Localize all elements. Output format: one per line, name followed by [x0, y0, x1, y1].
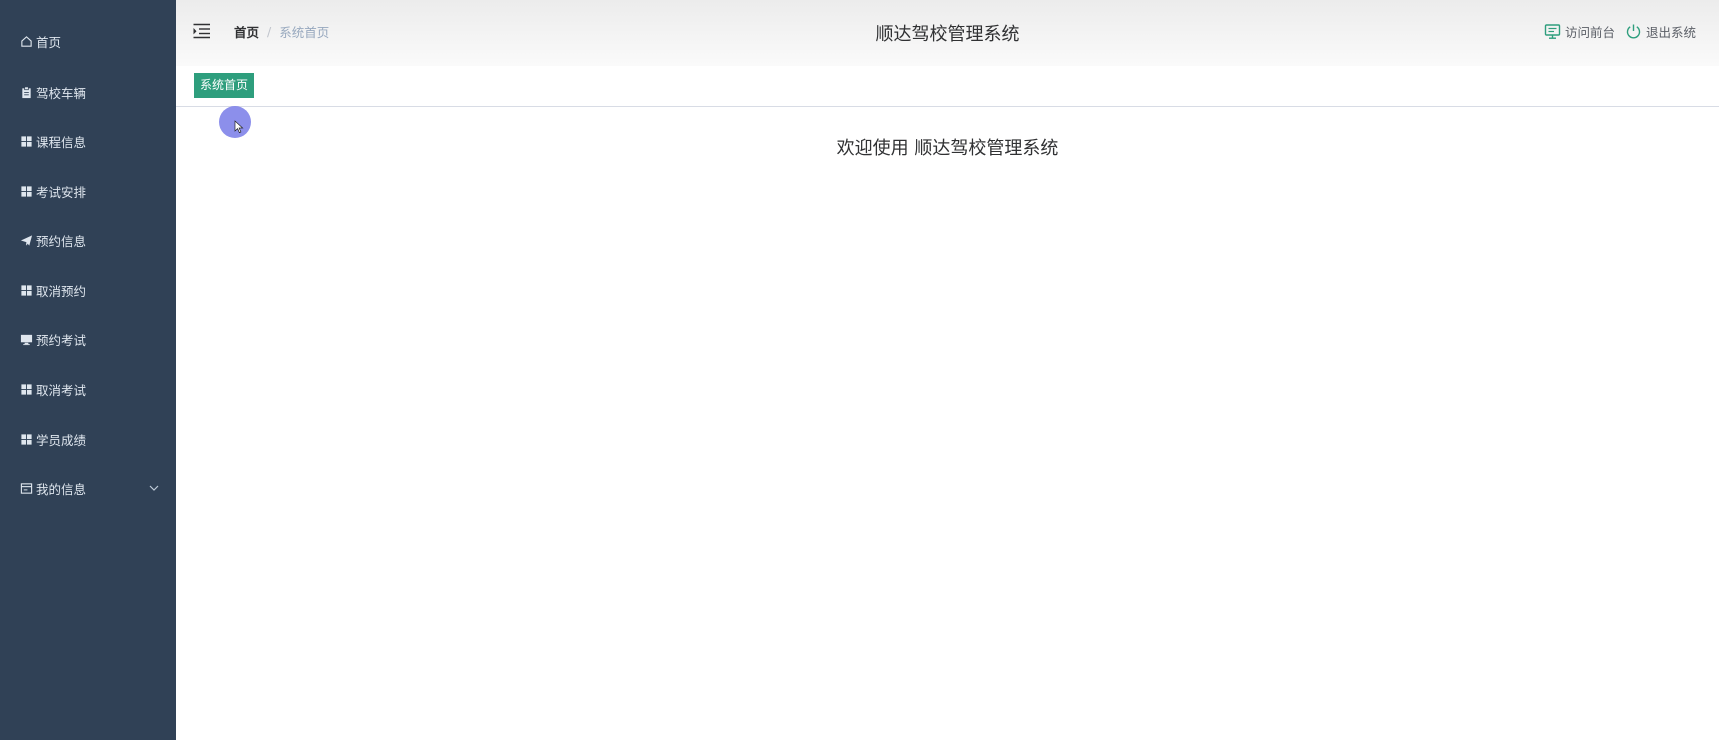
logout-link[interactable]: 退出系统: [1625, 22, 1696, 41]
home-icon: [19, 34, 33, 48]
window-icon: [19, 481, 33, 495]
sidebar-item-student-scores[interactable]: 学员成绩: [0, 417, 176, 461]
send-icon: [19, 233, 33, 247]
header-actions: 访问前台 退出系统: [1544, 22, 1696, 41]
sidebar-item-home[interactable]: 首页: [0, 19, 176, 63]
monitor-icon: [1544, 24, 1561, 39]
sidebar-item-book-exam[interactable]: 预约考试: [0, 317, 176, 361]
sidebar-item-label: 首页: [36, 34, 62, 50]
sidebar-item-label: 学员成绩: [36, 432, 87, 448]
menu-toggle-icon[interactable]: [193, 23, 211, 39]
breadcrumb-home[interactable]: 首页: [234, 22, 259, 41]
logout-label: 退出系统: [1645, 25, 1696, 40]
sidebar-item-my-info[interactable]: 我的信息: [0, 466, 176, 510]
top-header: 首页 / 系统首页 顺达驾校管理系统 访问前台 退出系统: [176, 0, 1719, 66]
sidebar-item-label: 课程信息: [36, 134, 87, 150]
main-content: 欢迎使用 顺达驾校管理系统: [176, 107, 1719, 740]
grid-icon: [19, 382, 33, 396]
grid-icon: [19, 432, 33, 446]
welcome-message: 欢迎使用 顺达驾校管理系统: [836, 138, 1059, 159]
visit-frontend-label: 访问前台: [1564, 25, 1615, 40]
sidebar-item-exam-schedule[interactable]: 考试安排: [0, 169, 176, 213]
sidebar-item-label: 取消预约: [36, 283, 87, 299]
sidebar: 首页 驾校车辆 课程信息 考试安排 预约信息 取消预约 预约考试 取消考试 学员…: [0, 0, 176, 740]
sidebar-item-label: 取消考试: [36, 382, 87, 398]
app-title: 顺达驾校管理系统: [875, 24, 1020, 45]
breadcrumb: 首页 / 系统首页: [234, 22, 329, 41]
sidebar-item-label: 预约信息: [36, 233, 87, 249]
sidebar-item-reservations[interactable]: 预约信息: [0, 218, 176, 262]
grid-icon: [19, 134, 33, 148]
breadcrumb-separator: /: [267, 24, 272, 39]
chevron-down-icon[interactable]: [148, 482, 160, 494]
visit-frontend-link[interactable]: 访问前台: [1544, 22, 1615, 41]
monitor-icon: [19, 332, 33, 346]
tag-system-home[interactable]: 系统首页: [194, 73, 255, 98]
sidebar-item-label: 预约考试: [36, 332, 87, 348]
tags-bar: 系统首页: [176, 66, 1719, 107]
sidebar-item-cancel-exam[interactable]: 取消考试: [0, 367, 176, 411]
cursor-arrow-icon: [234, 120, 244, 134]
sidebar-item-label: 我的信息: [36, 481, 87, 497]
sidebar-item-label: 驾校车辆: [36, 85, 87, 101]
sidebar-item-courses[interactable]: 课程信息: [0, 119, 176, 163]
sidebar-item-vehicles[interactable]: 驾校车辆: [0, 70, 176, 114]
power-icon: [1626, 24, 1641, 39]
sidebar-item-cancel-reservation[interactable]: 取消预约: [0, 268, 176, 312]
app-title-wrap: 顺达驾校管理系统: [176, 20, 1719, 46]
breadcrumb-current: 系统首页: [279, 25, 330, 40]
app-root: 首页 驾校车辆 课程信息 考试安排 预约信息 取消预约 预约考试 取消考试 学员…: [0, 0, 1719, 740]
grid-icon: [19, 184, 33, 198]
sidebar-item-label: 考试安排: [36, 184, 87, 200]
grid-icon: [19, 283, 33, 297]
clipboard-icon: [19, 85, 33, 99]
